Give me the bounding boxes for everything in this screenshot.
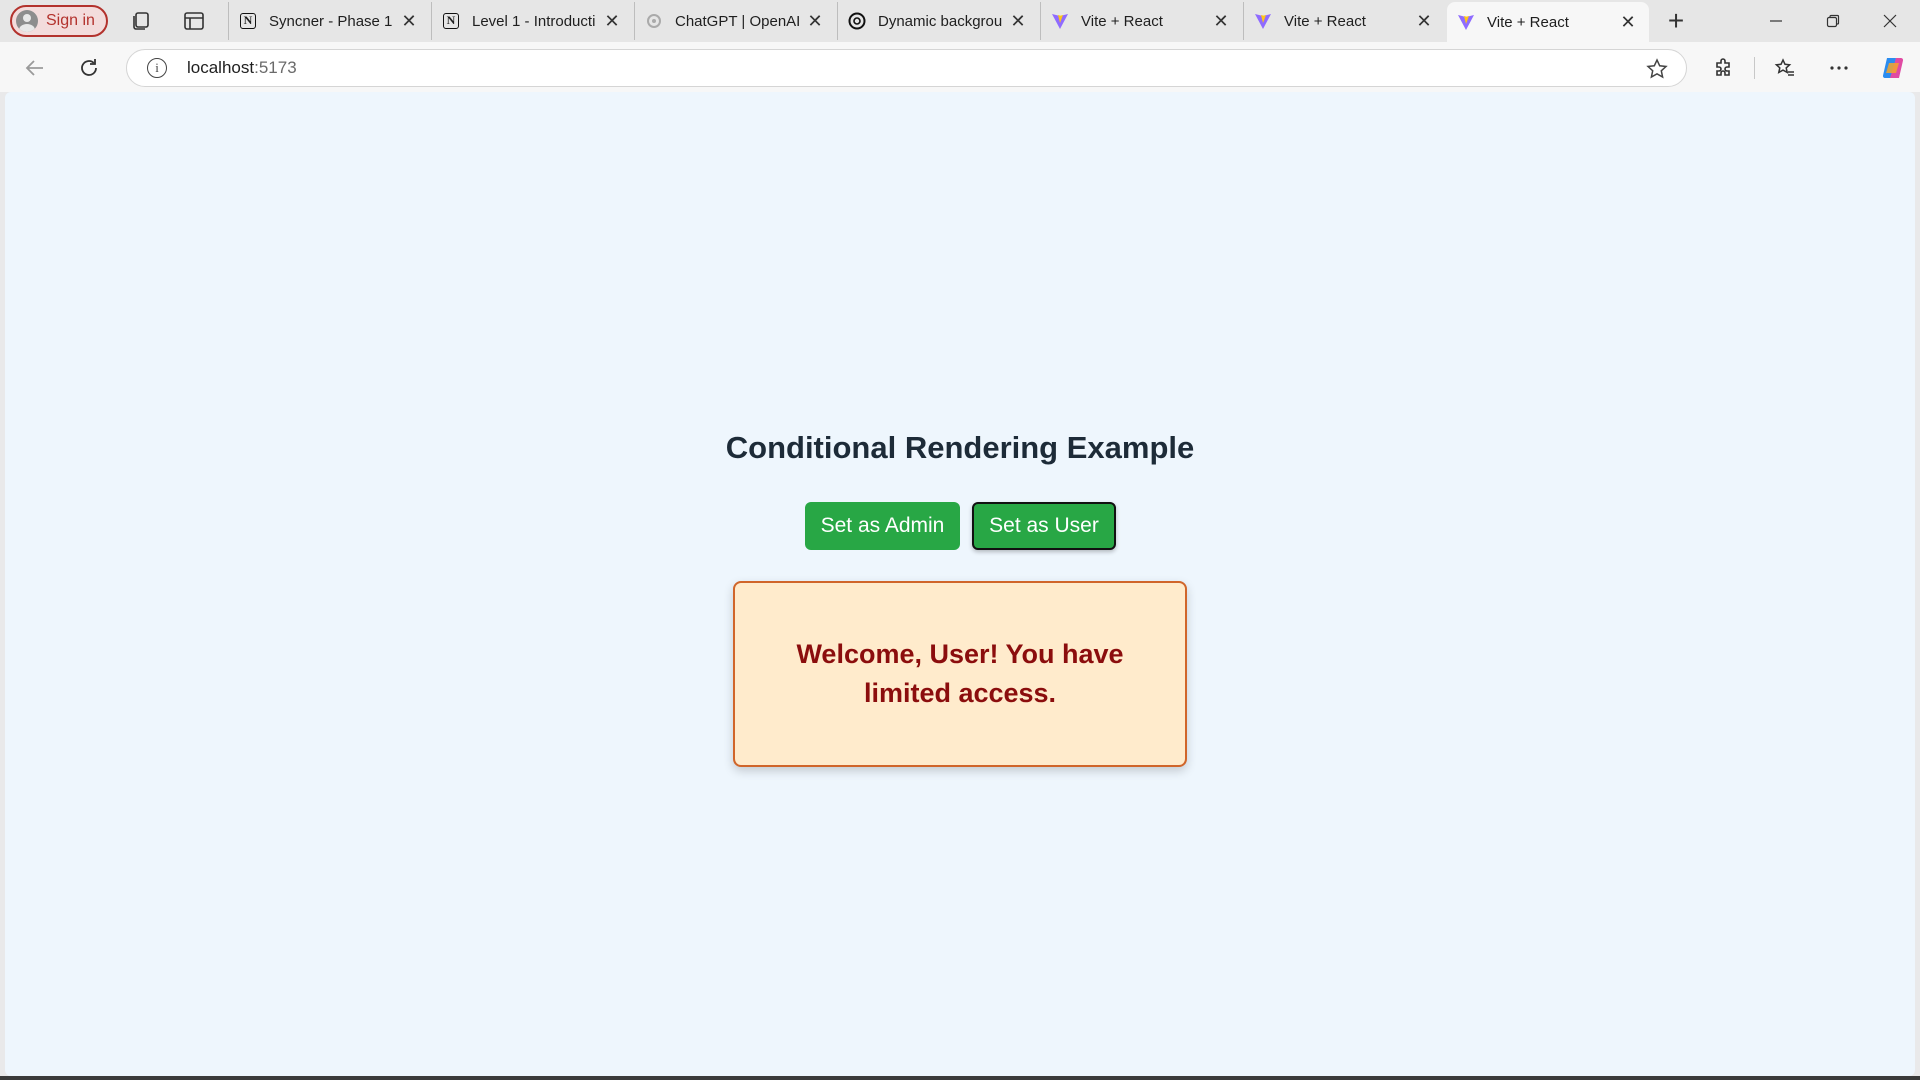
back-icon[interactable] — [21, 54, 49, 82]
close-window-icon[interactable] — [1875, 6, 1905, 36]
set-as-admin-button[interactable]: Set as Admin — [805, 502, 960, 550]
more-menu-icon[interactable] — [1825, 54, 1853, 82]
tab-title: Level 1 - Introducti — [472, 12, 596, 30]
tab-title: Vite + React — [1284, 12, 1366, 30]
notion-icon: N — [239, 12, 257, 30]
url-port: :5173 — [254, 58, 297, 77]
openai-icon — [848, 12, 866, 30]
site-info-icon[interactable]: i — [147, 58, 167, 78]
openai-icon — [645, 12, 663, 30]
copilot-icon[interactable] — [1879, 54, 1907, 82]
tab-strip: Sign in N Syncner - Phase 1 ✕ N Level 1 … — [0, 0, 1920, 42]
tab-title: Syncner - Phase 1 — [269, 12, 393, 30]
address-url[interactable]: localhost:5173 — [187, 58, 297, 78]
window-bottom-edge — [0, 1076, 1920, 1080]
tab-vite-react-active[interactable]: Vite + React ✕ — [1447, 2, 1649, 42]
tab-level-1[interactable]: N Level 1 - Introducti ✕ — [431, 2, 633, 40]
close-tab-icon[interactable]: ✕ — [804, 10, 826, 32]
close-tab-icon[interactable]: ✕ — [1007, 10, 1029, 32]
notion-icon: N — [442, 12, 460, 30]
tab-chatgpt[interactable]: ChatGPT | OpenAI ✕ — [634, 2, 836, 40]
new-tab-button[interactable]: + — [1662, 7, 1690, 36]
tab-actions-icon[interactable] — [182, 9, 206, 33]
sign-in-button[interactable]: Sign in — [10, 5, 108, 37]
tab-title: ChatGPT | OpenAI — [675, 12, 801, 30]
favorite-star-icon[interactable] — [1646, 58, 1668, 80]
url-host: localhost — [187, 58, 255, 77]
toolbar-divider — [1754, 57, 1755, 79]
vite-icon — [1254, 12, 1272, 30]
tab-title: Vite + React — [1081, 12, 1163, 30]
tab-syncner[interactable]: N Syncner - Phase 1 ✕ — [228, 2, 430, 40]
page-title: Conditional Rendering Example — [725, 430, 1195, 465]
close-tab-icon[interactable]: ✕ — [1210, 10, 1232, 32]
tab-title: Dynamic backgrou — [878, 12, 1003, 30]
set-as-user-button[interactable]: Set as User — [972, 502, 1116, 550]
tab-vite-react-2[interactable]: Vite + React ✕ — [1243, 2, 1445, 40]
tab-title: Vite + React — [1487, 13, 1569, 31]
close-tab-icon[interactable]: ✕ — [1617, 11, 1639, 33]
restore-icon[interactable] — [1818, 6, 1848, 36]
refresh-icon[interactable] — [75, 54, 103, 82]
address-bar[interactable]: i localhost:5173 — [126, 49, 1687, 87]
vite-icon — [1457, 13, 1475, 31]
welcome-message: Welcome, User! You have limited access. — [796, 639, 1124, 708]
tab-dynamic-background[interactable]: Dynamic backgrou ✕ — [837, 2, 1039, 40]
workspaces-icon[interactable] — [129, 9, 153, 33]
browser-toolbar: i localhost:5173 — [0, 42, 1920, 92]
extensions-icon[interactable] — [1710, 54, 1738, 82]
vite-icon — [1051, 12, 1069, 30]
favorites-icon[interactable] — [1771, 54, 1799, 82]
minimize-icon[interactable] — [1761, 6, 1791, 36]
sign-in-label: Sign in — [46, 12, 95, 29]
tab-vite-react-1[interactable]: Vite + React ✕ — [1040, 2, 1242, 40]
close-tab-icon[interactable]: ✕ — [601, 10, 623, 32]
close-tab-icon[interactable]: ✕ — [398, 10, 420, 32]
profile-avatar-icon — [16, 10, 38, 32]
page-viewport: Conditional Rendering Example Set as Adm… — [5, 92, 1915, 1076]
close-tab-icon[interactable]: ✕ — [1413, 10, 1435, 32]
user-message-card: Welcome, User! You have limited access. — [733, 581, 1187, 767]
